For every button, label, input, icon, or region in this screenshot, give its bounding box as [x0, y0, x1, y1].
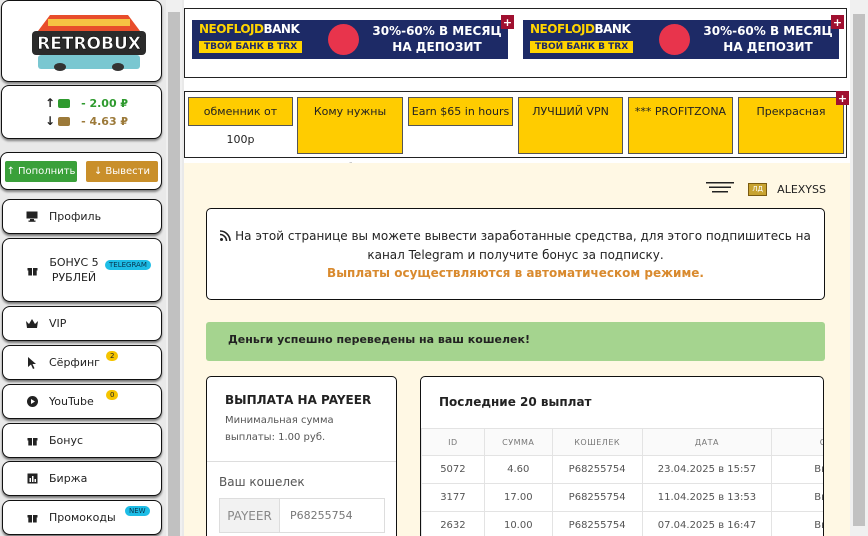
wallet-input-group: PAYEER — [219, 498, 385, 533]
actions-card: ↑ Пополнить ↓ Вывести — [0, 152, 162, 190]
text-link[interactable]: *** PROFITZONA*** — [628, 97, 733, 174]
payments-card: Последние 20 выплат ID СУММА КОШЕЛЕК ДАТ… — [420, 376, 824, 536]
balance-up-value: - 2.00 ₽ — [81, 96, 129, 110]
deposit-button[interactable]: ↑ Пополнить — [5, 161, 77, 182]
arrow-up-icon: ↑ — [45, 96, 56, 110]
text-links-area: обменник от 100р Кому нужнырубли Earn $6… — [184, 91, 849, 174]
add-banner-button[interactable]: + — [831, 15, 844, 29]
add-link-button[interactable]: + — [836, 91, 849, 105]
wallet-brown-icon — [58, 116, 71, 126]
youtube-count-badge: 0 — [106, 390, 119, 400]
sidebar-item-promocodes[interactable]: Промокоды NEW — [2, 500, 162, 535]
arrow-down-icon: ↓ — [93, 166, 103, 177]
gem-icon — [328, 24, 359, 55]
gift-icon — [25, 265, 39, 276]
arrow-up-icon: ↑ — [6, 166, 15, 177]
sidebar-item-bonus[interactable]: Бонус — [2, 423, 162, 458]
crown-icon — [25, 319, 39, 328]
ad-banner[interactable]: NEOFLOJDBANK ТВОЙ БАНК В TRX 30%-60% В М… — [523, 20, 839, 59]
payout-min-text: Минимальная сумма выплаты: 1.00 руб. — [225, 415, 334, 443]
sidebar-item-exchange[interactable]: Биржа — [2, 461, 162, 496]
balance-ads: ↓ - 4.63 ₽ — [45, 114, 128, 128]
surfing-count-badge: 2 — [106, 351, 119, 361]
table-row: 3177 17.00 P68255754 11.04.2025 в 13:53 … — [421, 483, 823, 512]
text-link[interactable]: Прекраснаятурецка — [738, 97, 844, 174]
wallet-label: Ваш кошелек — [219, 475, 305, 489]
sidebar-item-profile[interactable]: Профиль — [2, 199, 162, 234]
balance-down-value: - 4.63 ₽ — [81, 114, 129, 128]
telegram-badge: TELEGRAM — [105, 260, 151, 270]
cursor-icon — [25, 356, 39, 369]
wallet-green-icon — [58, 98, 71, 108]
balance-main: ↑ - 2.00 ₽ — [45, 96, 128, 110]
logo[interactable]: RETROBUX — [30, 11, 148, 73]
sidebar-scrollbar[interactable] — [166, 0, 182, 536]
logo-card[interactable]: RETROBUX — [1, 0, 162, 82]
payout-title: ВЫПЛАТА НА PAYEER — [225, 393, 372, 407]
table-row: 5072 4.60 P68255754 23.04.2025 в 15:57 В… — [421, 455, 823, 484]
table-row: 2632 10.00 P68255754 07.04.2025 в 16:47 … — [421, 511, 823, 536]
sidebar-item-youtube[interactable]: YouTube 0 — [2, 384, 162, 419]
svg-text:RETROBUX: RETROBUX — [37, 34, 141, 54]
gift-icon — [25, 512, 39, 523]
arrow-down-icon: ↓ — [45, 114, 56, 128]
ad-banner[interactable]: NEOFLOJDBANK ТВОЙ БАНК В TRX 30%-60% В М… — [192, 20, 508, 59]
success-alert: Деньги успешно переведены на ваш кошелек… — [206, 322, 825, 361]
user-bar: ЛД ALEXYSS — [706, 181, 826, 197]
info-panel: На этой странице вы можете вывести зараб… — [206, 208, 825, 300]
wallet-input[interactable] — [280, 499, 384, 532]
gift-icon — [25, 435, 39, 446]
text-link[interactable]: Earn $65 in hours — [408, 97, 513, 126]
sidebar-item-vip[interactable]: VIP — [2, 306, 162, 341]
main-content: NEOFLOJDBANK ТВОЙ БАНК В TRX 30%-60% В М… — [184, 0, 850, 536]
rss-icon — [220, 228, 231, 246]
text-link[interactable]: Кому нужнырубли — [297, 97, 403, 174]
page-scrollbar[interactable] — [850, 0, 868, 536]
text-link[interactable]: ЛУЧШИЙ VPNСЕРВИС — [518, 97, 623, 174]
sidebar: RETROBUX ↑ - 2.00 ₽ ↓ - 4.63 ₽ ↑ Пополнит… — [0, 0, 164, 536]
sidebar-item-surfing[interactable]: Сёрфинг 2 — [2, 345, 162, 380]
table-header: ID СУММА КОШЕЛЕК ДАТА СТАТ — [421, 428, 823, 456]
username[interactable]: ALEXYSS — [777, 183, 826, 196]
text-link[interactable]: обменник от 100р — [188, 97, 293, 146]
menu-icon[interactable] — [706, 181, 735, 197]
payments-title: Последние 20 выплат — [439, 395, 592, 409]
sidebar-item-bonus-telegram[interactable]: БОНУС 5 РУБЛЕЙ TELEGRAM — [2, 238, 162, 302]
monitor-icon — [25, 211, 39, 222]
payout-card: ВЫПЛАТА НА PAYEER Минимальная сумма выпл… — [206, 376, 397, 536]
play-icon — [25, 396, 39, 407]
payments-table: ID СУММА КОШЕЛЕК ДАТА СТАТ 5072 4.60 P68… — [421, 428, 823, 536]
new-badge: NEW — [125, 506, 150, 516]
balance-card: ↑ - 2.00 ₽ ↓ - 4.63 ₽ — [1, 85, 162, 139]
add-banner-button[interactable]: + — [501, 15, 514, 29]
withdraw-button[interactable]: ↓ Вывести — [86, 161, 158, 182]
banner-area: NEOFLOJDBANK ТВОЙ БАНК В TRX 30%-60% В М… — [184, 8, 847, 78]
user-avatar-icon[interactable]: ЛД — [748, 182, 768, 196]
chart-icon — [25, 473, 39, 484]
wallet-prefix: PAYEER — [220, 499, 280, 532]
gem-icon — [659, 24, 690, 55]
